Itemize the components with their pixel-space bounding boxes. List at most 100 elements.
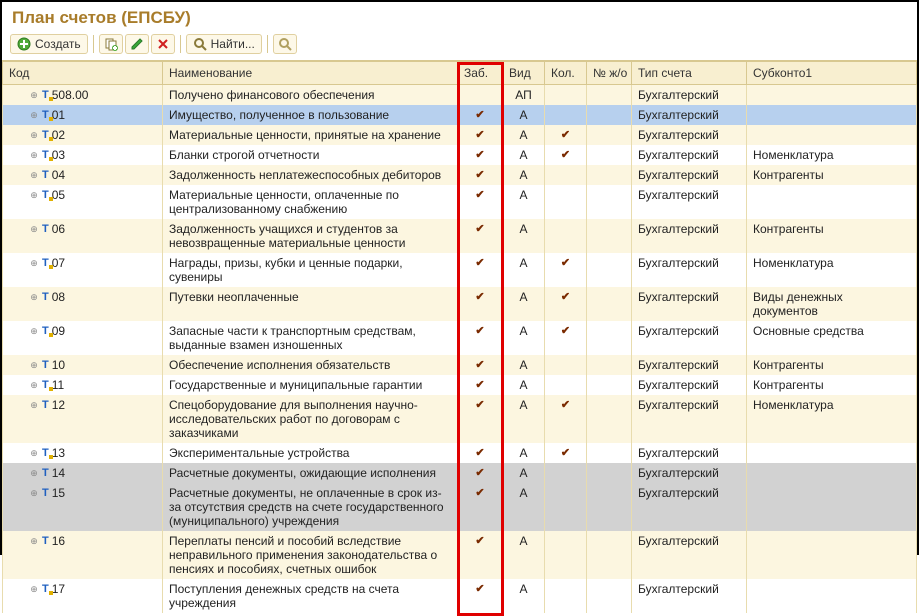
col-name[interactable]: Наименование (163, 62, 458, 85)
check-icon: ✔ (464, 256, 496, 269)
cell-kol (545, 463, 587, 483)
check-icon: ✔ (464, 446, 496, 459)
table-row[interactable]: ⊕T05Материальные ценности, оплаченные по… (3, 185, 917, 219)
table-row[interactable]: ⊕T06 Задолженность учащихся и студентов з… (3, 219, 917, 253)
search-clear-icon (278, 37, 292, 51)
table-row[interactable]: ⊕T07Награды, призы, кубки и ценные подар… (3, 253, 917, 287)
cell-sub1: Контрагенты (747, 355, 917, 375)
expand-icon[interactable]: ⊕ (29, 292, 39, 303)
cell-njo (587, 531, 632, 579)
check-icon: ✔ (464, 290, 496, 303)
expand-icon[interactable]: ⊕ (29, 360, 39, 371)
cell-sub1: Номенклатура (747, 395, 917, 443)
copy-button[interactable] (99, 34, 123, 54)
delete-button[interactable] (151, 34, 175, 54)
expand-icon[interactable]: ⊕ (29, 536, 39, 547)
cell-njo (587, 125, 632, 145)
account-code: 06 (52, 222, 65, 236)
account-name: Имущество, полученное в пользование (163, 105, 458, 125)
account-code: 02 (52, 128, 65, 142)
table-row[interactable]: ⊕T16Переплаты пенсий и пособий вследстви… (3, 531, 917, 579)
cell-sub1: Контрагенты (747, 219, 917, 253)
table-row[interactable]: ⊕T02Материальные ценности, принятые на х… (3, 125, 917, 145)
account-type-icon: T (42, 359, 49, 371)
account-type-icon: T (42, 169, 49, 181)
table-row[interactable]: ⊕T14Расчетные документы, ожидающие испол… (3, 463, 917, 483)
account-type-icon: T (42, 291, 49, 303)
edit-button[interactable] (125, 34, 149, 54)
col-njo[interactable]: № ж/о (587, 62, 632, 85)
account-name: Обеспечение исполнения обязательств (163, 355, 458, 375)
expand-icon[interactable]: ⊕ (29, 488, 39, 499)
cell-njo (587, 483, 632, 531)
expand-icon[interactable]: ⊕ (29, 190, 39, 201)
expand-icon[interactable]: ⊕ (29, 130, 39, 141)
cell-zab: ✔ (458, 145, 503, 165)
cell-njo (587, 443, 632, 463)
cell-type: Бухгалтерский (632, 355, 747, 375)
account-type-icon: T (42, 189, 49, 201)
check-icon: ✔ (551, 290, 580, 303)
expand-icon[interactable]: ⊕ (29, 400, 39, 411)
account-name: Задолженность учащихся и студентов за не… (163, 219, 458, 253)
table-row[interactable]: ⊕T13Экспериментальные устройства✔А✔Бухга… (3, 443, 917, 463)
pencil-icon (130, 37, 144, 51)
col-sub1[interactable]: Субконто1 (747, 62, 917, 85)
account-code: 05 (52, 188, 65, 202)
check-icon: ✔ (464, 582, 496, 595)
account-name: Награды, призы, кубки и ценные подарки, … (163, 253, 458, 287)
col-type[interactable]: Тип счета (632, 62, 747, 85)
expand-icon[interactable]: ⊕ (29, 110, 39, 121)
table-row[interactable]: ⊕T508.00Получено финансового обеспечения… (3, 85, 917, 106)
delete-x-icon (156, 37, 170, 51)
table-row[interactable]: ⊕T15Расчетные документы, не оплаченные в… (3, 483, 917, 531)
expand-icon[interactable]: ⊕ (29, 150, 39, 161)
col-zab[interactable]: Заб. (458, 62, 503, 85)
cell-zab: ✔ (458, 185, 503, 219)
expand-icon[interactable]: ⊕ (29, 224, 39, 235)
col-code[interactable]: Код (3, 62, 163, 85)
create-button[interactable]: Создать (10, 34, 88, 54)
check-icon: ✔ (464, 398, 496, 411)
check-icon: ✔ (464, 168, 496, 181)
account-name: Запасные части к транспортным средствам,… (163, 321, 458, 355)
account-name: Государственные и муниципальные гарантии (163, 375, 458, 395)
cell-kol (545, 483, 587, 531)
account-type-icon: T (42, 535, 49, 547)
expand-icon[interactable]: ⊕ (29, 258, 39, 269)
account-name: Путевки неоплаченные (163, 287, 458, 321)
search-icon (193, 37, 207, 51)
col-kol[interactable]: Кол. (545, 62, 587, 85)
cell-vid: А (503, 355, 545, 375)
clear-search-button[interactable] (273, 34, 297, 54)
table-row[interactable]: ⊕T09Запасные части к транспортным средст… (3, 321, 917, 355)
account-code: 03 (52, 148, 65, 162)
table-row[interactable]: ⊕T08Путевки неоплаченные✔А✔Бухгалтерский… (3, 287, 917, 321)
cell-type: Бухгалтерский (632, 145, 747, 165)
col-vid[interactable]: Вид (503, 62, 545, 85)
create-label: Создать (35, 37, 81, 51)
cell-kol: ✔ (545, 125, 587, 145)
expand-icon[interactable]: ⊕ (29, 468, 39, 479)
account-name: Спецоборудование для выполнения научно-и… (163, 395, 458, 443)
table-row[interactable]: ⊕T11Государственные и муниципальные гара… (3, 375, 917, 395)
table-row[interactable]: ⊕T10Обеспечение исполнения обязательств✔… (3, 355, 917, 375)
expand-icon[interactable]: ⊕ (29, 380, 39, 391)
account-type-icon: T (42, 223, 49, 235)
table-row[interactable]: ⊕T17Поступления денежных средств на счет… (3, 579, 917, 613)
account-type-icon: T (42, 325, 49, 337)
table-row[interactable]: ⊕T04Задолженность неплатежеспособных деб… (3, 165, 917, 185)
table-row[interactable]: ⊕T12Спецоборудование для выполнения науч… (3, 395, 917, 443)
expand-icon[interactable]: ⊕ (29, 326, 39, 337)
cell-vid: А (503, 219, 545, 253)
find-button[interactable]: Найти... (186, 34, 262, 54)
expand-icon[interactable]: ⊕ (29, 448, 39, 459)
expand-icon[interactable]: ⊕ (29, 90, 39, 101)
cell-kol: ✔ (545, 145, 587, 165)
expand-icon[interactable]: ⊕ (29, 584, 39, 595)
table-row[interactable]: ⊕T03Бланки строгой отчетности✔А✔Бухгалте… (3, 145, 917, 165)
cell-vid: А (503, 125, 545, 145)
expand-icon[interactable]: ⊕ (29, 170, 39, 181)
cell-njo (587, 375, 632, 395)
table-row[interactable]: ⊕T01Имущество, полученное в пользование✔… (3, 105, 917, 125)
